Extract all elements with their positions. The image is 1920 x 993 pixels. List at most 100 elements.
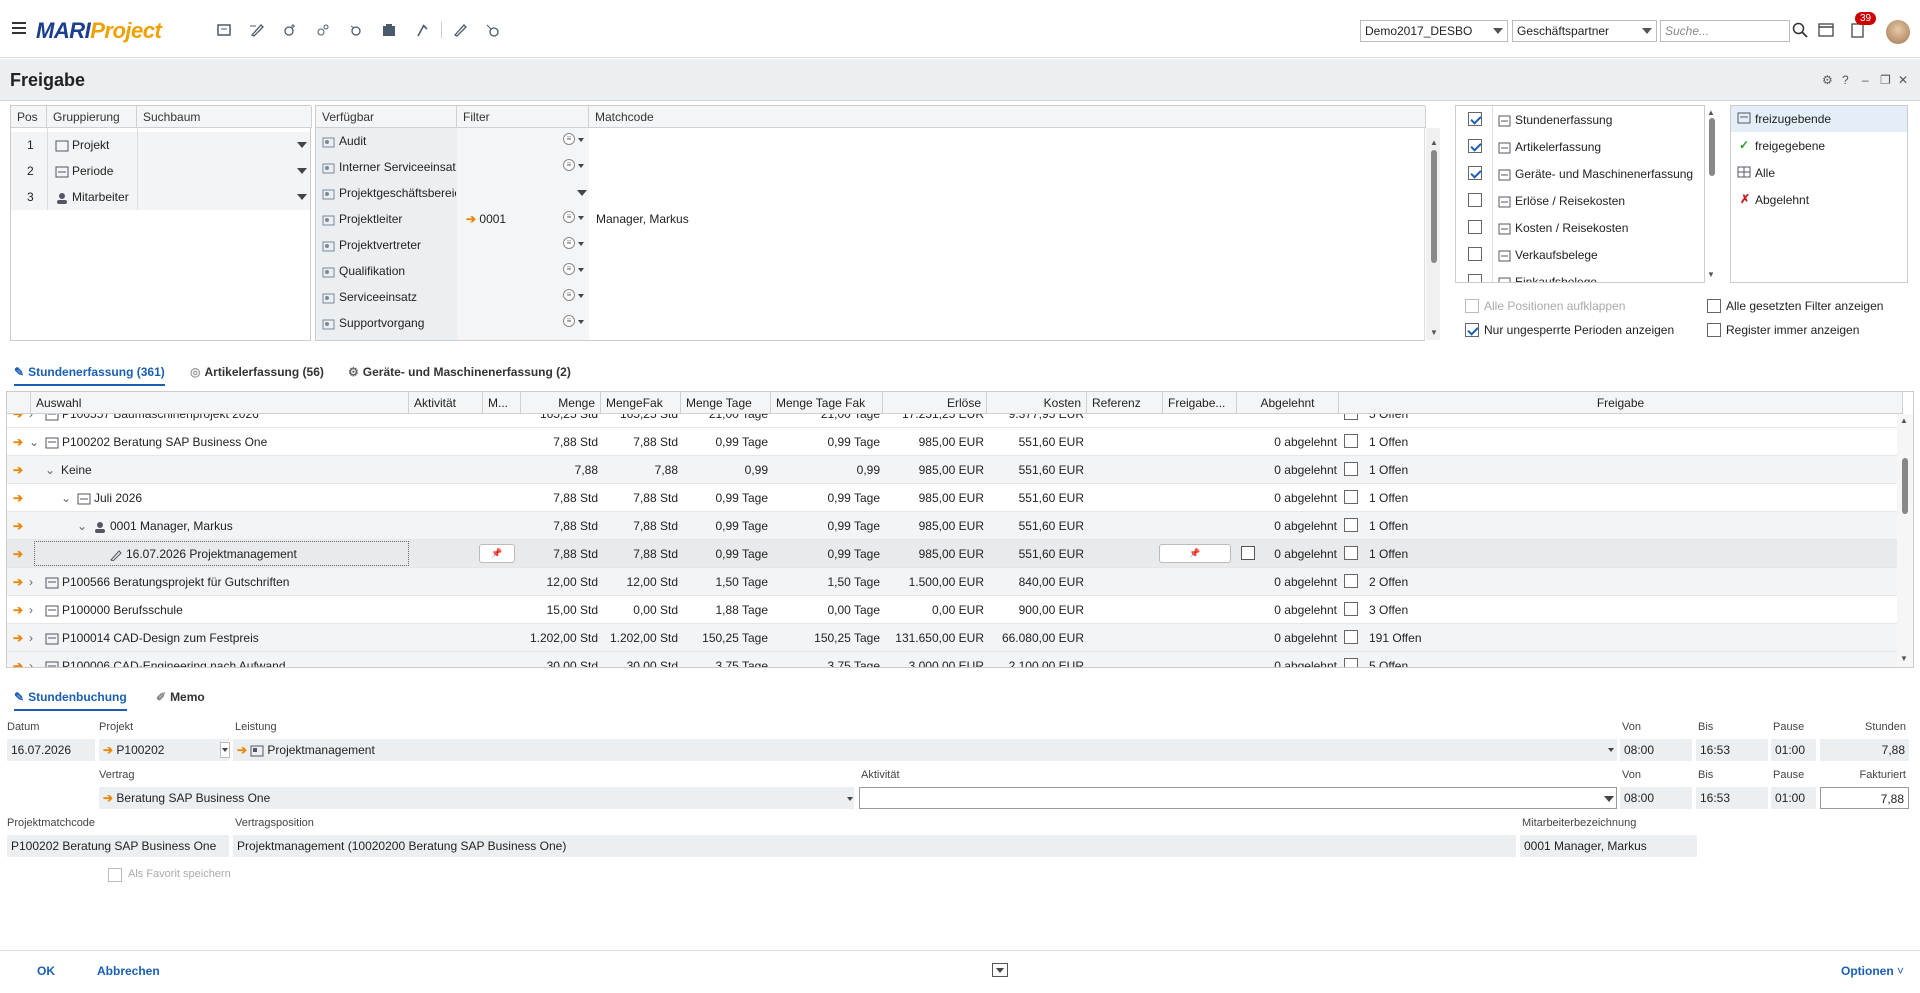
record-type-item[interactable]: Einkaufsbelege bbox=[1456, 268, 1704, 282]
chevron-down-icon[interactable]: ⌄ bbox=[45, 463, 55, 477]
tab-geraete[interactable]: ⚙ Geräte- und Maschinenerfassung (2) bbox=[348, 365, 571, 379]
projects-icon[interactable] bbox=[216, 22, 232, 38]
scroll-down-icon[interactable]: ▼ bbox=[1900, 654, 1908, 663]
filter-value[interactable]: ➔ 0001 bbox=[466, 212, 506, 226]
filter-operator-icon[interactable]: ≡ bbox=[563, 159, 575, 171]
column-header-freigabe[interactable]: Freigabe bbox=[1339, 392, 1903, 414]
tab-stundenerfassung[interactable]: ✎ Stundenerfassung (361) bbox=[14, 365, 165, 386]
column-header-m[interactable]: M... bbox=[483, 392, 521, 414]
projekt-field[interactable]: ➔ P100202 bbox=[99, 739, 229, 761]
chevron-down-icon[interactable]: ⌄ bbox=[77, 519, 87, 533]
resource-icon[interactable] bbox=[315, 22, 331, 38]
show-all-filters-checkbox[interactable] bbox=[1707, 299, 1721, 313]
filter-row[interactable]: Projektleiter ≡ ➔ 0001 Manager, Markus bbox=[316, 206, 1424, 232]
approve-checkbox[interactable] bbox=[1344, 518, 1358, 532]
table-row[interactable]: ➔ 16.07.2026 Projektmanagement 7,88 Std 7,8… bbox=[7, 540, 1897, 568]
table-row[interactable]: ➔ ⌄ P100202 Beratung SAP Business One 7,88 … bbox=[7, 428, 1897, 456]
filter-operator-icon[interactable]: ≡ bbox=[563, 289, 575, 301]
filter-operator-icon[interactable]: ≡ bbox=[563, 211, 575, 223]
record-type-checkbox[interactable] bbox=[1468, 166, 1482, 180]
chevron-down-icon[interactable] bbox=[578, 164, 584, 168]
hamburger-menu-icon[interactable] bbox=[12, 22, 26, 34]
table-row[interactable]: ➔ › P100000 Berufsschule 15,00 Std 0,00 Std 1… bbox=[7, 596, 1897, 624]
chevron-down-icon[interactable]: ⌄ bbox=[29, 435, 39, 449]
table-row[interactable]: ➔ ⌄ Juli 2026 7,88 Std 7,88 Std 0,99 Tage 0,99… bbox=[7, 484, 1897, 512]
time-entry-icon[interactable] bbox=[249, 22, 265, 38]
stunden-field[interactable]: 7,88 bbox=[1820, 739, 1909, 761]
bis-field[interactable]: 16:53 bbox=[1696, 739, 1768, 761]
record-type-checkbox[interactable] bbox=[1468, 220, 1482, 234]
search-icon[interactable] bbox=[1792, 22, 1808, 38]
ok-button[interactable]: OK bbox=[37, 964, 55, 978]
datum-field[interactable]: 16.07.2026 bbox=[7, 739, 95, 761]
chevron-down-icon[interactable] bbox=[297, 194, 307, 200]
filter-row[interactable]: Supportvorgang ≡ bbox=[316, 310, 1424, 336]
record-type-item[interactable]: Verkaufsbelege bbox=[1456, 241, 1704, 268]
chevron-right-icon[interactable]: › bbox=[29, 631, 33, 645]
restore-icon[interactable]: ❐ bbox=[1880, 73, 1891, 87]
record-type-checkbox[interactable] bbox=[1468, 112, 1482, 126]
grouping-row[interactable]: 3 Mitarbeiter bbox=[11, 184, 310, 210]
approve-checkbox[interactable] bbox=[1344, 414, 1358, 420]
record-type-item[interactable]: Artikelerfassung bbox=[1456, 133, 1704, 160]
filter-operator-icon[interactable]: ≡ bbox=[563, 133, 575, 145]
leistung-dropdown-icon[interactable] bbox=[1608, 748, 1614, 752]
approve-checkbox[interactable] bbox=[1344, 602, 1358, 616]
chevron-right-icon[interactable]: › bbox=[29, 575, 33, 589]
table-row[interactable]: ➔ › P100006 CAD-Engineering nach Aufwand 30… bbox=[7, 652, 1897, 667]
record-type-item[interactable]: Erlöse / Reisekosten bbox=[1456, 187, 1704, 214]
column-header-referenz[interactable]: Referenz bbox=[1087, 392, 1163, 414]
aktivitaet-dropdown-icon[interactable] bbox=[1604, 796, 1614, 802]
record-type-checkbox[interactable] bbox=[1468, 274, 1482, 282]
filter-row[interactable]: Interner Serviceeinsatz ≡ bbox=[316, 154, 1424, 180]
grid-scrollbar-thumb[interactable] bbox=[1902, 458, 1908, 514]
grid-scrollbar[interactable] bbox=[1897, 414, 1913, 667]
approve-checkbox[interactable] bbox=[1344, 630, 1358, 644]
chevron-down-icon[interactable] bbox=[297, 142, 307, 148]
chevron-down-icon[interactable] bbox=[297, 168, 307, 174]
table-row[interactable]: ➔ › P100566 Beratungsprojekt für Gutschrif… bbox=[7, 568, 1897, 596]
scroll-down-icon[interactable]: ▼ bbox=[1430, 328, 1438, 337]
column-header-erloese[interactable]: Erlöse bbox=[883, 392, 987, 414]
chevron-down-icon[interactable] bbox=[578, 242, 584, 246]
grouping-row[interactable]: 1 Projekt bbox=[11, 132, 310, 158]
always-show-register-checkbox[interactable] bbox=[1707, 323, 1721, 337]
chevron-right-icon[interactable]: › bbox=[29, 414, 33, 421]
filter-row[interactable]: Audit ≡ bbox=[316, 128, 1424, 154]
column-header-menge-tage-fak[interactable]: Menge Tage Fak bbox=[771, 392, 883, 414]
filter-operator-icon[interactable]: ≡ bbox=[563, 315, 575, 327]
chevron-down-icon[interactable] bbox=[578, 294, 584, 298]
tab-memo[interactable]: ✐ Memo bbox=[156, 690, 205, 704]
chevron-down-icon[interactable]: ⌄ bbox=[61, 491, 71, 505]
approve-checkbox[interactable] bbox=[1344, 546, 1358, 560]
record-type-item[interactable]: Kosten / Reisekosten bbox=[1456, 214, 1704, 241]
table-row[interactable]: ➔ ⌄ 0001 Manager, Markus 7,88 Std 7,88 Std 0,… bbox=[7, 512, 1897, 540]
status-item-freigegebene[interactable]: ✓ freigegebene bbox=[1731, 133, 1907, 159]
approval-icon[interactable] bbox=[452, 22, 468, 38]
filter-operator-icon[interactable]: ≡ bbox=[563, 237, 575, 249]
table-row[interactable]: ➔ › P100014 CAD-Design zum Festpreis 1.202,… bbox=[7, 624, 1897, 652]
von-field[interactable]: 08:00 bbox=[1620, 739, 1692, 761]
filter-row[interactable]: Projektgeschäftsbereich bbox=[316, 180, 1424, 206]
type-list-scrollbar-thumb[interactable] bbox=[1709, 118, 1715, 176]
scroll-up-icon[interactable]: ▲ bbox=[1900, 416, 1908, 425]
column-header-auswahl[interactable]: Auswahl bbox=[31, 392, 409, 414]
chevron-down-icon[interactable] bbox=[578, 138, 584, 142]
pin-button[interactable]: 📌 bbox=[1159, 544, 1231, 563]
expand-all-checkbox[interactable] bbox=[1465, 299, 1479, 313]
projekt-dropdown[interactable] bbox=[220, 742, 230, 758]
vertrag-field[interactable]: ➔ Beratung SAP Business One bbox=[99, 787, 854, 809]
help-icon[interactable]: ? bbox=[1842, 73, 1849, 87]
window-icon[interactable] bbox=[1818, 23, 1834, 37]
chevron-right-icon[interactable]: › bbox=[29, 603, 33, 617]
approve-checkbox[interactable] bbox=[1344, 434, 1358, 448]
scroll-up-icon[interactable]: ▲ bbox=[1707, 108, 1715, 117]
record-type-checkbox[interactable] bbox=[1468, 139, 1482, 153]
column-header-kosten[interactable]: Kosten bbox=[987, 392, 1087, 414]
grouping-row[interactable]: 2 Periode bbox=[11, 158, 310, 184]
table-row[interactable]: ➔ › P100557 Baumaschinenprojekt 2026 165,25… bbox=[7, 414, 1897, 428]
scroll-up-icon[interactable]: ▲ bbox=[1430, 138, 1438, 147]
user-avatar[interactable] bbox=[1886, 20, 1910, 44]
filter-row[interactable]: Qualifikation ≡ bbox=[316, 258, 1424, 284]
cancel-button[interactable]: Abbrechen bbox=[97, 964, 160, 978]
